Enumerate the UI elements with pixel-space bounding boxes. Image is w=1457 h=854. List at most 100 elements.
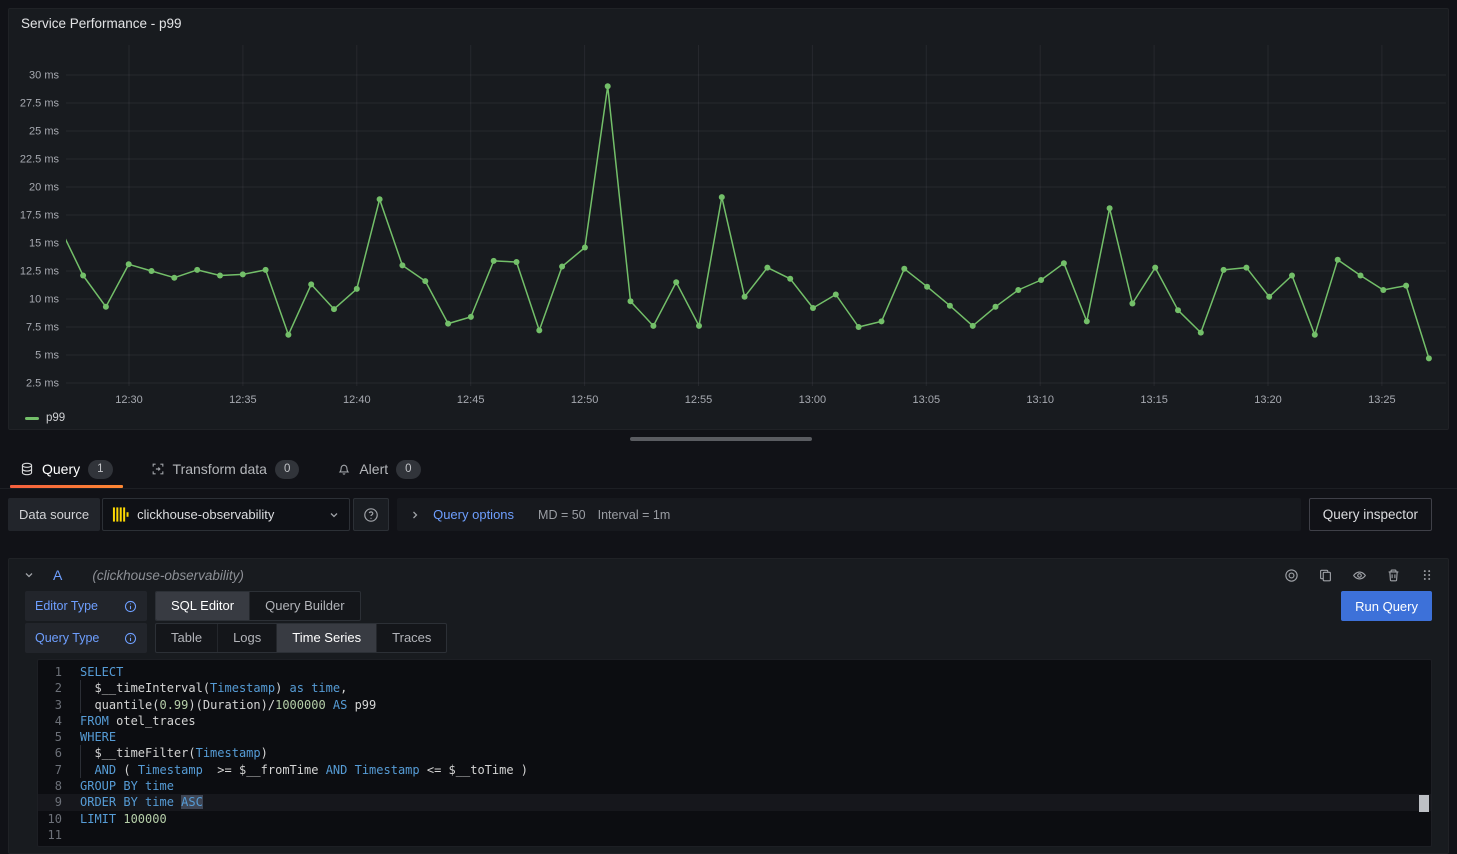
tab-query[interactable]: Query1	[10, 450, 123, 488]
svg-text:13:10: 13:10	[1026, 394, 1054, 406]
svg-text:13:05: 13:05	[913, 394, 941, 406]
svg-text:10 ms: 10 ms	[29, 294, 59, 306]
duplicate-query-icon[interactable]	[1318, 568, 1333, 583]
svg-text:12:45: 12:45	[457, 394, 485, 406]
transform-icon	[151, 462, 165, 476]
datasource-label: Data source	[8, 498, 100, 531]
code-content: SELECT	[80, 664, 123, 680]
svg-text:13:15: 13:15	[1140, 394, 1168, 406]
code-line-5[interactable]: 5 WHERE	[38, 729, 1431, 745]
collapse-query-icon[interactable]	[23, 569, 35, 581]
svg-text:13:25: 13:25	[1368, 394, 1396, 406]
query-type-option-time-series[interactable]: Time Series	[276, 624, 376, 652]
code-content: AND ( Timestamp >= $__fromTime AND Times…	[80, 762, 528, 778]
horizontal-scrollbar-thumb[interactable]	[630, 437, 812, 441]
hide-response-icon[interactable]	[1352, 568, 1367, 583]
svg-text:22.5 ms: 22.5 ms	[20, 154, 60, 166]
code-line-6[interactable]: 6 $__timeFilter(Timestamp)	[38, 745, 1431, 761]
query-type-label-chip: Query Type	[25, 623, 147, 653]
chart-legend: p99	[25, 412, 65, 424]
code-content: ORDER BY time ASC	[80, 794, 203, 810]
code-line-10[interactable]: 10LIMIT 100000	[38, 811, 1431, 827]
line-number: 7	[42, 762, 62, 778]
tab-count-badge: 0	[275, 460, 299, 479]
tab-alert[interactable]: Alert0	[327, 450, 430, 488]
code-line-9[interactable]: 9 ORDER BY time ASC	[38, 794, 1431, 810]
editor-type-option-sql-editor[interactable]: SQL Editor	[156, 592, 249, 620]
code-content: $__timeFilter(Timestamp)	[80, 745, 268, 761]
code-line-7[interactable]: 7 AND ( Timestamp >= $__fromTime AND Tim…	[38, 762, 1431, 778]
svg-text:15 ms: 15 ms	[29, 238, 59, 250]
query-editor-card: A (clickhouse-observability) Editor Type…	[8, 558, 1449, 854]
query-type-row: Query Type TableLogsTime SeriesTraces	[25, 623, 1432, 653]
query-type-switch: TableLogsTime SeriesTraces	[155, 623, 447, 653]
code-content: GROUP BY time	[80, 778, 174, 794]
editor-type-switch: SQL EditorQuery Builder	[155, 591, 361, 621]
disable-query-icon[interactable]	[1284, 568, 1299, 583]
editor-type-option-query-builder[interactable]: Query Builder	[249, 592, 359, 620]
run-query-button[interactable]: Run Query	[1341, 591, 1432, 621]
query-actions	[1284, 568, 1434, 583]
panel-title[interactable]: Service Performance - p99	[21, 16, 182, 31]
max-data-points-value: MD = 50	[538, 508, 586, 522]
query-type-option-table[interactable]: Table	[156, 624, 217, 652]
chevron-down-icon	[328, 509, 340, 521]
code-content: LIMIT 100000	[80, 811, 167, 827]
query-options-link[interactable]: Query options	[433, 507, 514, 522]
line-number: 8	[42, 778, 62, 794]
code-line-2[interactable]: 2 $__timeInterval(Timestamp) as time,	[38, 680, 1431, 696]
query-datasource-hint: (clickhouse-observability)	[92, 568, 244, 583]
datasource-picker[interactable]: clickhouse-observability	[102, 498, 350, 531]
editor-type-label: Editor Type	[35, 599, 98, 613]
query-type-option-traces[interactable]: Traces	[376, 624, 446, 652]
query-options-bar[interactable]: Query options MD = 50 Interval = 1m	[397, 498, 1301, 531]
remove-query-icon[interactable]	[1386, 568, 1401, 583]
svg-text:2.5 ms: 2.5 ms	[26, 378, 60, 390]
chevron-right-icon	[409, 509, 421, 521]
interval-value: Interval = 1m	[598, 508, 671, 522]
svg-text:12.5 ms: 12.5 ms	[20, 266, 60, 278]
datasource-picker-value: clickhouse-observability	[137, 507, 320, 522]
code-content: quantile(0.99)(Duration)/1000000 AS p99	[80, 697, 376, 713]
legend-series-swatch	[25, 417, 39, 420]
drag-handle-icon[interactable]	[1420, 568, 1434, 582]
code-line-4[interactable]: 4 FROM otel_traces	[38, 713, 1431, 729]
clickhouse-icon	[112, 506, 129, 523]
legend-series-label[interactable]: p99	[46, 412, 65, 424]
code-line-11[interactable]: 11	[38, 827, 1431, 843]
overview-ruler-mark	[1419, 795, 1429, 812]
query-ref-id[interactable]: A	[53, 567, 62, 583]
code-content: WHERE	[80, 729, 116, 745]
query-type-label: Query Type	[35, 631, 99, 645]
code-content: FROM otel_traces	[80, 713, 196, 729]
line-number: 1	[42, 664, 62, 680]
timeseries-chart[interactable]: 30 ms 27.5 ms 25 ms 22.5 ms 20 ms 17.5 ms 15 m…	[9, 9, 1448, 429]
svg-text:17.5 ms: 17.5 ms	[20, 210, 60, 222]
line-number: 6	[42, 745, 62, 761]
svg-text:27.5 ms: 27.5 ms	[20, 98, 60, 110]
svg-text:25 ms: 25 ms	[29, 126, 59, 138]
svg-text:30 ms: 30 ms	[29, 70, 59, 82]
timeseries-panel: 30 ms 27.5 ms 25 ms 22.5 ms 20 ms 17.5 ms 15 m…	[8, 8, 1449, 430]
tab-label: Alert	[359, 461, 388, 477]
datasource-help-button[interactable]	[353, 498, 389, 531]
code-line-8[interactable]: 8 GROUP BY time	[38, 778, 1431, 794]
line-number: 9	[42, 794, 62, 810]
svg-text:5 ms: 5 ms	[35, 350, 59, 362]
tab-label: Query	[42, 461, 80, 477]
svg-text:20 ms: 20 ms	[29, 182, 59, 194]
info-circle-icon[interactable]	[124, 632, 137, 645]
sql-code-editor[interactable]: 1 SELECT2 $__timeInterval(Timestamp) as t…	[37, 659, 1432, 847]
line-number: 4	[42, 713, 62, 729]
code-line-1[interactable]: 1 SELECT	[38, 664, 1431, 680]
code-line-3[interactable]: 3 quantile(0.99)(Duration)/1000000 AS p9…	[38, 697, 1431, 713]
line-number: 3	[42, 697, 62, 713]
info-circle-icon[interactable]	[124, 600, 137, 613]
svg-text:13:20: 13:20	[1254, 394, 1282, 406]
line-number: 5	[42, 729, 62, 745]
query-row-header: A (clickhouse-observability)	[9, 559, 1448, 591]
tab-transform-data[interactable]: Transform data0	[141, 450, 310, 488]
query-inspector-button[interactable]: Query inspector	[1309, 498, 1432, 531]
svg-text:12:40: 12:40	[343, 394, 371, 406]
query-type-option-logs[interactable]: Logs	[217, 624, 276, 652]
